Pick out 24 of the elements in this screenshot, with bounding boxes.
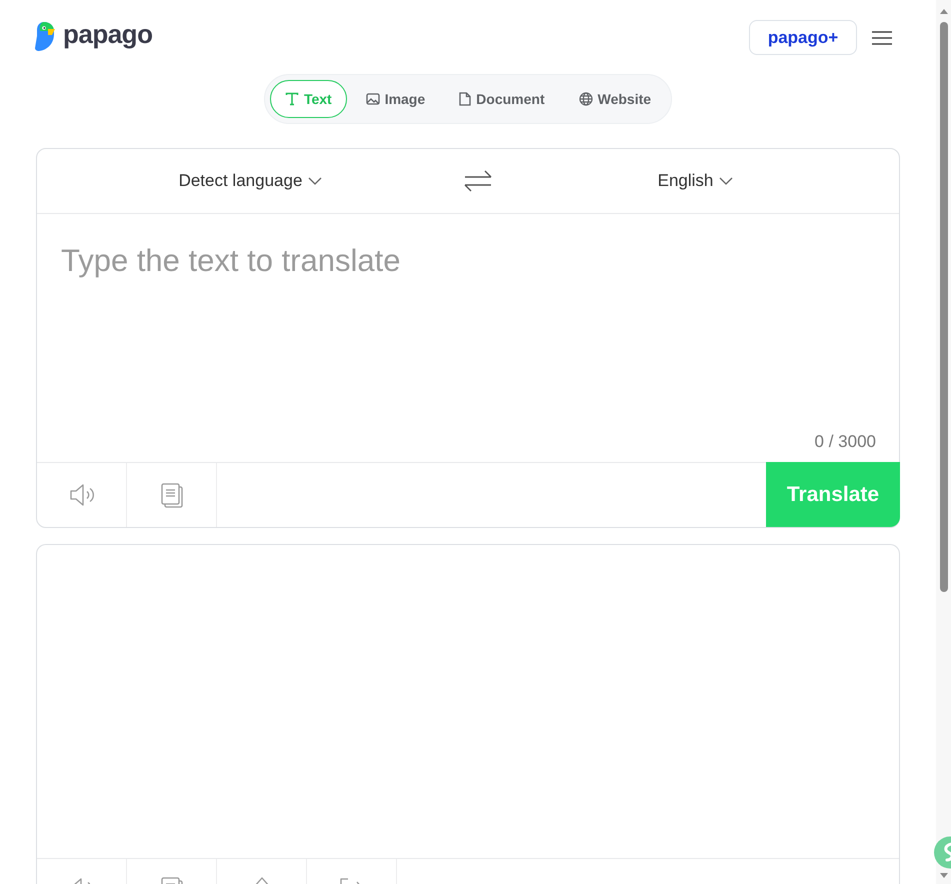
character-counter: 0 / 3000 xyxy=(814,430,876,452)
papago-plus-button[interactable]: papago+ xyxy=(749,20,857,55)
target-language-dropdown[interactable]: English xyxy=(658,168,734,194)
parrot-logo-icon[interactable] xyxy=(32,20,56,52)
round-logo-icon[interactable] xyxy=(933,836,951,869)
mode-tab[interactable]: Document xyxy=(444,80,560,118)
scroll-down-icon[interactable] xyxy=(940,873,948,878)
image-icon xyxy=(366,92,380,106)
chevron-down-icon xyxy=(308,177,322,185)
scroll-up-icon[interactable] xyxy=(940,9,948,14)
mode-tab[interactable]: Website xyxy=(564,80,666,118)
menu-icon[interactable] xyxy=(872,30,892,44)
logo-text[interactable]: papago xyxy=(63,21,152,47)
source-language-dropdown[interactable]: Detect language xyxy=(178,168,322,194)
globe-icon xyxy=(578,92,593,106)
scrollbar-thumb[interactable] xyxy=(940,22,948,592)
swap-icon[interactable] xyxy=(464,169,492,193)
document-icon xyxy=(459,92,472,106)
scrollbar[interactable] xyxy=(936,0,951,884)
speaker-icon xyxy=(68,482,96,508)
speaker-icon xyxy=(74,876,90,884)
chevron-down-icon xyxy=(719,177,734,185)
mode-tab[interactable]: Image xyxy=(350,80,440,118)
text-icon xyxy=(284,92,299,106)
